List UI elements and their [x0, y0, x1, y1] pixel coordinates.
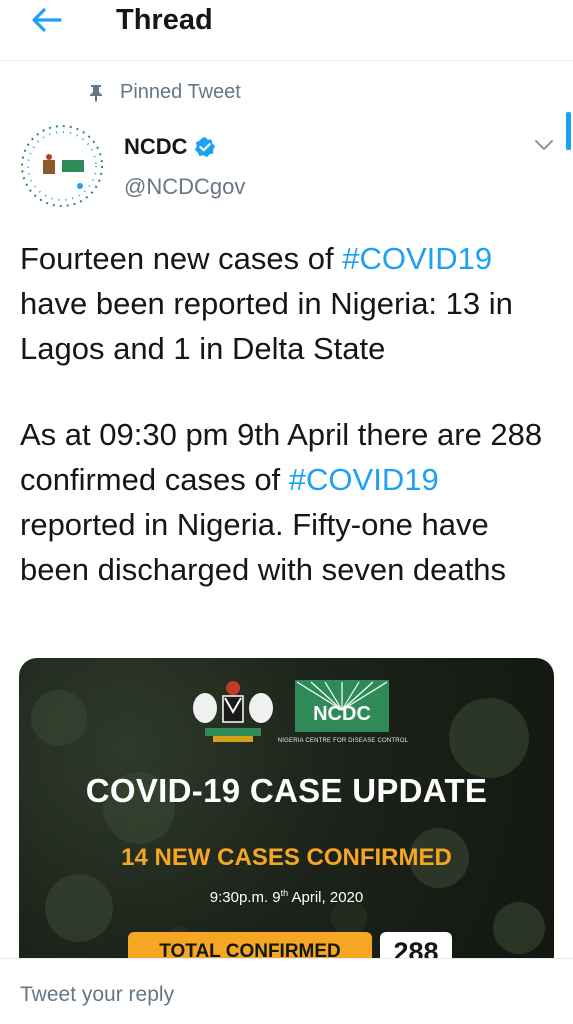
avatar[interactable]: [18, 122, 106, 210]
page-title: Thread: [116, 4, 213, 36]
total-confirmed-label: TOTAL CONFIRMED: [128, 932, 372, 958]
date-part: April, 2020: [288, 889, 364, 906]
media-subtitle: 14 NEW CASES CONFIRMED: [121, 844, 452, 871]
scrollbar[interactable]: [566, 112, 571, 150]
verified-badge-icon: [194, 136, 216, 158]
ncdc-logo-subtitle: NIGERIA CENTRE FOR DISEASE CONTROL: [277, 738, 409, 744]
pinned-label: Pinned Tweet: [120, 81, 241, 103]
tweet-text: Fourteen new cases of #COVID19 have been…: [20, 236, 560, 592]
ncdc-logo-text: NCDC: [313, 703, 371, 725]
reply-bar: Tweet your reply: [0, 958, 573, 1024]
back-arrow-icon[interactable]: [30, 6, 62, 34]
coat-of-arms-icon: [193, 681, 273, 742]
author-handle[interactable]: @NCDCgov: [124, 174, 245, 200]
ncdc-logo-icon: NCDC: [295, 680, 389, 732]
date-part: 9:30p.m. 9: [209, 889, 281, 906]
media-date: 9:30p.m. 9th April, 2020: [19, 888, 554, 906]
total-confirmed-value: 288: [380, 932, 452, 958]
text-span: have been reported in Nigeria: 13 in Lag…: [20, 286, 513, 366]
media-title: COVID-19 CASE UPDATE: [85, 772, 488, 809]
text-span: reported in Nigeria. Fifty-one have been…: [20, 507, 506, 587]
chevron-down-icon[interactable]: [534, 138, 554, 152]
reply-input[interactable]: Tweet your reply: [20, 983, 174, 1007]
hashtag-link[interactable]: #COVID19: [289, 462, 439, 497]
text-span: As at 09:30 pm 9th April there are 288 c…: [20, 417, 543, 497]
pin-icon: [90, 85, 102, 102]
hashtag-link[interactable]: #COVID19: [342, 241, 492, 276]
text-span: Fourteen new cases of: [20, 241, 343, 276]
app-header: Thread: [0, 0, 573, 61]
tweet-paragraph-1: Fourteen new cases of #COVID19 have been…: [20, 236, 560, 371]
tweet-paragraph-2: As at 09:30 pm 9th April there are 288 c…: [20, 412, 560, 592]
author-name[interactable]: NCDC: [124, 134, 188, 160]
avatar-logo-icon: [21, 125, 103, 207]
tweet-media-image[interactable]: NCDC NIGERIA CENTRE FOR DISEASE CONTROL …: [19, 658, 554, 958]
